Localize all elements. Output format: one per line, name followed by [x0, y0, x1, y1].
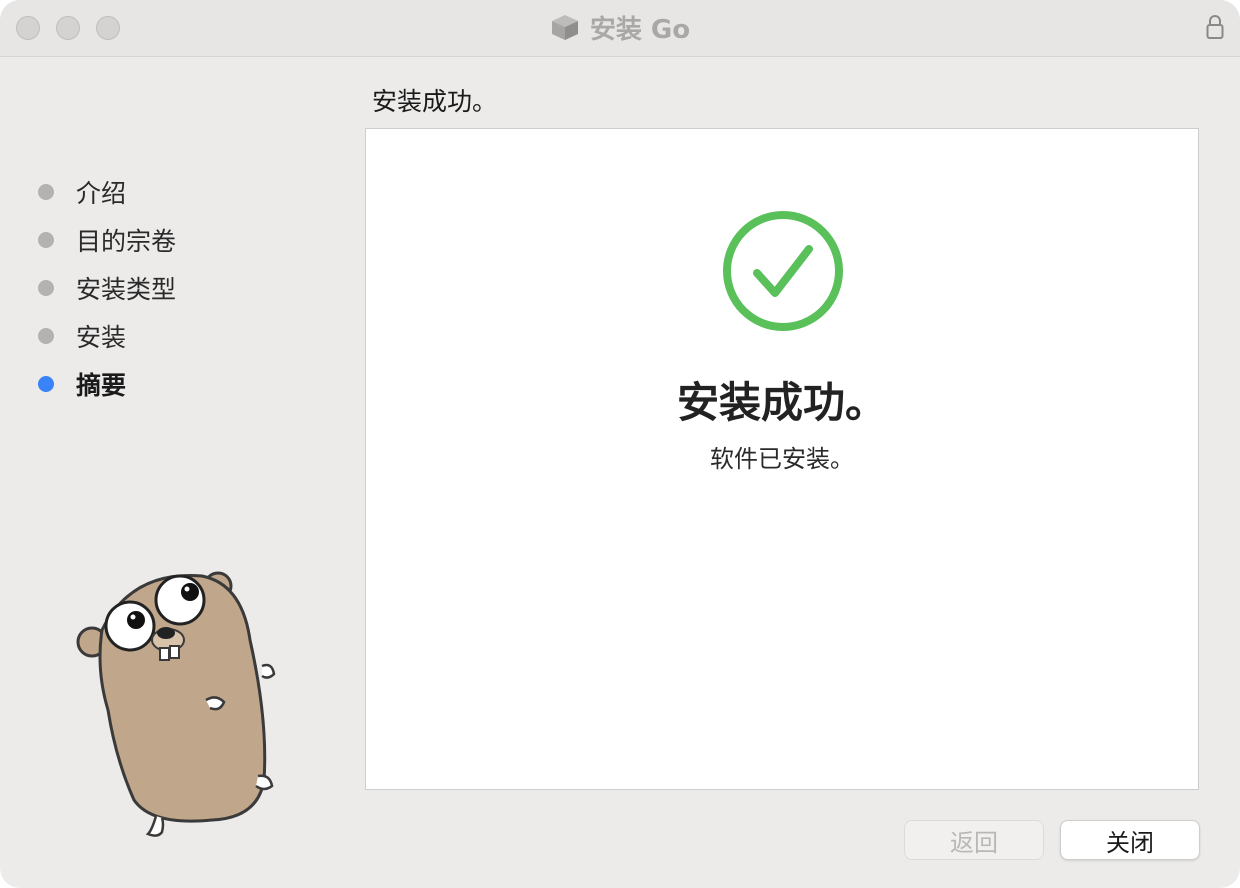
success-message: 软件已安装。: [710, 445, 854, 473]
step-dot: [38, 184, 54, 200]
step-dot-active: [38, 376, 54, 392]
step-label: 介绍: [76, 179, 127, 208]
content-panel: 安装成功。 软件已安装。: [365, 128, 1199, 790]
step-label: 目的宗卷: [76, 227, 177, 256]
go-gopher-mascot: [76, 571, 276, 837]
title-bar: 安装 Go: [0, 0, 1240, 57]
close-button[interactable]: 关闭: [1060, 820, 1200, 860]
checkmark-circle-icon: [723, 211, 843, 331]
step-dot: [38, 328, 54, 344]
step-dot: [38, 280, 54, 296]
package-icon: [551, 15, 578, 40]
success-headline: 安装成功。: [676, 378, 887, 427]
back-button[interactable]: 返回: [904, 820, 1044, 860]
step-label: 摘要: [76, 371, 127, 400]
step-dot: [38, 232, 54, 248]
step-install: 安装: [38, 312, 176, 360]
installer-window: 安装 Go 介绍 目的宗卷 安装类型 安装 摘要 安装成功。 安装成功。 软件已…: [0, 0, 1240, 888]
step-install-type: 安装类型: [38, 264, 176, 312]
page-title: 安装成功。: [372, 87, 498, 116]
step-intro: 介绍: [38, 168, 176, 216]
step-label: 安装类型: [76, 275, 177, 304]
window-title-area: 安装 Go: [0, 10, 1240, 45]
installer-steps-list: 介绍 目的宗卷 安装类型 安装 摘要: [38, 168, 176, 408]
step-label: 安装: [76, 323, 127, 352]
window-title: 安装 Go: [589, 14, 691, 45]
step-summary: 摘要: [38, 360, 176, 408]
step-destination: 目的宗卷: [38, 216, 176, 264]
lock-icon[interactable]: [1206, 14, 1224, 40]
